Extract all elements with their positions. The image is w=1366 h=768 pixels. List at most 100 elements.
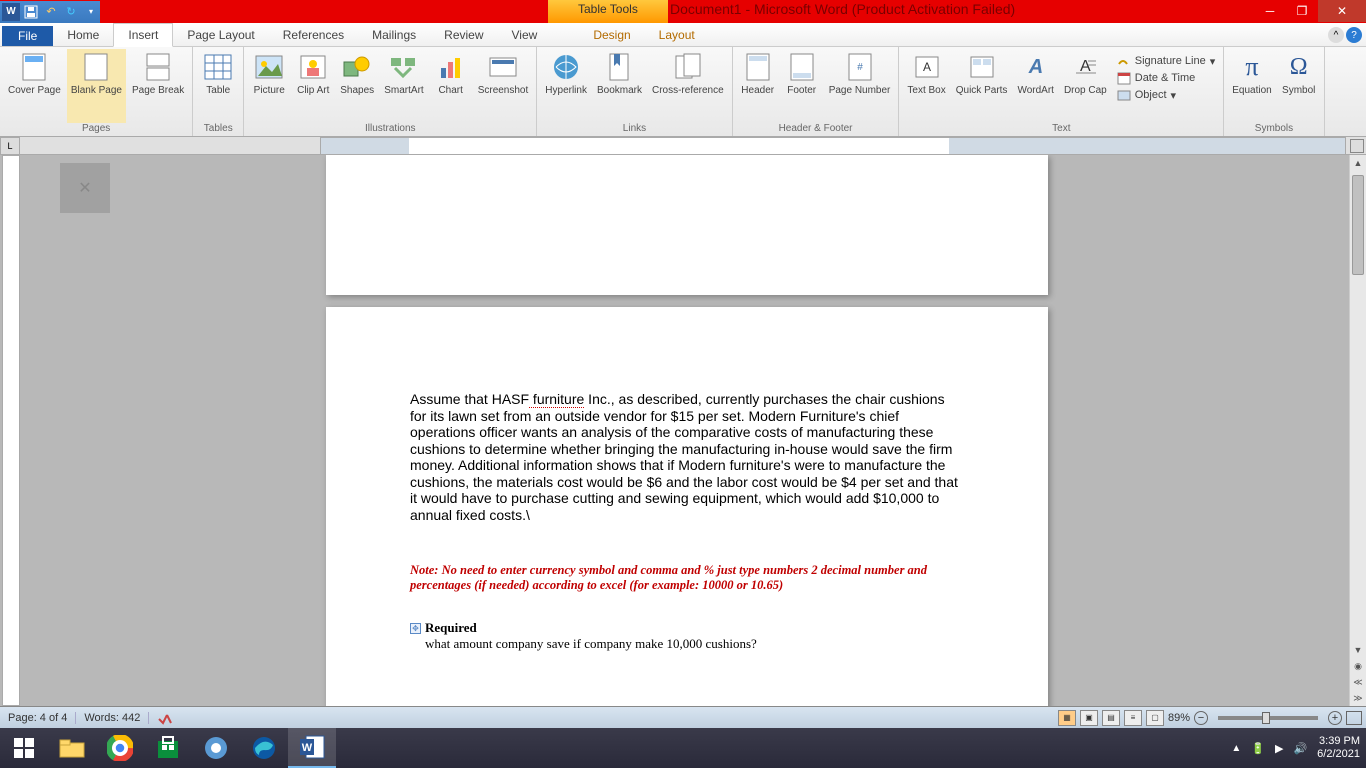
- status-proofing-icon[interactable]: [149, 711, 181, 725]
- horizontal-ruler[interactable]: [320, 137, 1346, 155]
- ribbon: Cover Page Blank Page Page Break Pages T…: [0, 47, 1366, 137]
- question-text[interactable]: what amount company save if company make…: [425, 636, 960, 652]
- table-tools-contextual-tab: Table Tools: [548, 0, 668, 23]
- minimize-ribbon-icon[interactable]: ^: [1328, 27, 1344, 43]
- status-page[interactable]: Page: 4 of 4: [0, 712, 76, 724]
- page-break-button[interactable]: Page Break: [128, 49, 188, 123]
- note-paragraph[interactable]: Note: No need to enter currency symbol a…: [410, 563, 960, 592]
- minimize-button[interactable]: ─: [1254, 0, 1286, 22]
- group-links: Hyperlink Bookmark Cross-reference Links: [537, 47, 732, 136]
- footer-button[interactable]: Footer: [781, 49, 823, 123]
- tab-page-layout[interactable]: Page Layout: [173, 24, 268, 46]
- text-box-button[interactable]: AText Box: [903, 49, 949, 123]
- tab-selector[interactable]: L: [0, 137, 20, 155]
- browse-object-icon[interactable]: ◉: [1350, 658, 1366, 674]
- bookmark-button[interactable]: Bookmark: [593, 49, 646, 123]
- restore-button[interactable]: ❐: [1286, 0, 1318, 22]
- close-button[interactable]: ✕: [1318, 0, 1366, 22]
- blank-page-button[interactable]: Blank Page: [67, 49, 126, 123]
- system-clock[interactable]: 3:39 PM 6/2/2021: [1317, 735, 1360, 761]
- quick-parts-button[interactable]: Quick Parts: [952, 49, 1012, 123]
- picture-button[interactable]: Picture: [248, 49, 290, 123]
- print-layout-view-icon[interactable]: ▦: [1058, 710, 1076, 726]
- signature-line-button[interactable]: Signature Line ▾: [1113, 53, 1219, 69]
- group-label-links: Links: [541, 123, 727, 136]
- edge-icon[interactable]: [240, 728, 288, 768]
- file-explorer-icon[interactable]: [48, 728, 96, 768]
- save-icon[interactable]: [22, 3, 40, 21]
- group-symbols: πEquation ΩSymbol Symbols: [1224, 47, 1324, 136]
- tab-layout[interactable]: Layout: [645, 24, 709, 46]
- ruler-toggle[interactable]: [1350, 139, 1364, 153]
- required-heading[interactable]: Required: [425, 620, 477, 636]
- navigation-pane-close[interactable]: ✕: [60, 163, 110, 213]
- chrome-icon[interactable]: [96, 728, 144, 768]
- store-icon[interactable]: [144, 728, 192, 768]
- tray-show-hidden-icon[interactable]: ▲: [1231, 743, 1241, 754]
- word-app-icon[interactable]: W: [2, 3, 20, 21]
- redo-icon[interactable]: ↻: [62, 3, 80, 21]
- zoom-out-button[interactable]: −: [1194, 711, 1208, 725]
- clip-art-button[interactable]: Clip Art: [292, 49, 334, 123]
- group-tables: Table Tables: [193, 47, 244, 136]
- scroll-up-arrow[interactable]: ▲: [1350, 155, 1366, 171]
- chromium-icon[interactable]: [192, 728, 240, 768]
- cross-reference-button[interactable]: Cross-reference: [648, 49, 728, 123]
- equation-button[interactable]: πEquation: [1228, 49, 1275, 123]
- draft-view-icon[interactable]: ▢: [1146, 710, 1164, 726]
- wordart-button[interactable]: AWordArt: [1013, 49, 1058, 123]
- full-screen-view-icon[interactable]: ▣: [1080, 710, 1098, 726]
- tab-file[interactable]: File: [2, 26, 53, 46]
- group-label-illustrations: Illustrations: [248, 123, 532, 136]
- tab-mailings[interactable]: Mailings: [358, 24, 430, 46]
- header-button[interactable]: Header: [737, 49, 779, 123]
- tab-references[interactable]: References: [269, 24, 358, 46]
- date-time-button[interactable]: Date & Time: [1113, 70, 1219, 86]
- tab-home[interactable]: Home: [53, 24, 113, 46]
- object-button[interactable]: Object ▾: [1113, 87, 1219, 103]
- page-current[interactable]: Assume that HASF furniture Inc., as desc…: [326, 307, 1048, 706]
- group-pages: Cover Page Blank Page Page Break Pages: [0, 47, 193, 136]
- undo-icon[interactable]: ↶: [42, 3, 60, 21]
- drop-cap-button[interactable]: ADrop Cap: [1060, 49, 1111, 123]
- qat-dropdown-icon[interactable]: ▾: [82, 3, 100, 21]
- table-move-handle-icon[interactable]: ✥: [410, 623, 421, 634]
- vertical-scrollbar[interactable]: ▲ ▼ ◉ ≪ ≫: [1349, 155, 1366, 706]
- tab-design[interactable]: Design: [579, 24, 644, 46]
- screenshot-button[interactable]: Screenshot: [474, 49, 533, 123]
- hyperlink-button[interactable]: Hyperlink: [541, 49, 591, 123]
- start-button[interactable]: [0, 728, 48, 768]
- page-previous-bottom: [326, 155, 1048, 295]
- status-words[interactable]: Words: 442: [76, 712, 149, 724]
- tray-volume-icon[interactable]: 🔊: [1293, 742, 1307, 755]
- tray-battery-icon[interactable]: 🔋: [1251, 742, 1265, 755]
- zoom-fit-icon[interactable]: [1346, 711, 1362, 725]
- web-layout-view-icon[interactable]: ▤: [1102, 710, 1120, 726]
- symbol-button[interactable]: ΩSymbol: [1278, 49, 1320, 123]
- table-button[interactable]: Table: [197, 49, 239, 123]
- tab-view[interactable]: View: [498, 24, 552, 46]
- smartart-button[interactable]: SmartArt: [380, 49, 427, 123]
- ribbon-tabs: File Home Insert Page Layout References …: [0, 23, 1366, 47]
- scroll-down-arrow[interactable]: ▼: [1350, 642, 1366, 658]
- chart-button[interactable]: Chart: [430, 49, 472, 123]
- vertical-ruler[interactable]: [2, 155, 20, 706]
- zoom-level[interactable]: 89%: [1168, 712, 1190, 724]
- status-bar: Page: 4 of 4 Words: 442 ▦ ▣ ▤ ≡ ▢ 89% − …: [0, 706, 1366, 728]
- previous-page-icon[interactable]: ≪: [1350, 674, 1366, 690]
- tray-action-center-icon[interactable]: ▶: [1275, 742, 1283, 755]
- outline-view-icon[interactable]: ≡: [1124, 710, 1142, 726]
- shapes-button[interactable]: Shapes: [336, 49, 378, 123]
- scroll-thumb[interactable]: [1352, 175, 1364, 275]
- next-page-icon[interactable]: ≫: [1350, 690, 1366, 706]
- page-number-button[interactable]: #Page Number: [825, 49, 895, 123]
- help-icon[interactable]: ?: [1346, 27, 1362, 43]
- body-paragraph[interactable]: Assume that HASF furniture Inc., as desc…: [410, 391, 960, 523]
- cover-page-button[interactable]: Cover Page: [4, 49, 65, 123]
- tab-review[interactable]: Review: [430, 24, 497, 46]
- group-label-header-footer: Header & Footer: [737, 123, 895, 136]
- tab-insert[interactable]: Insert: [113, 23, 173, 47]
- zoom-slider[interactable]: [1218, 716, 1318, 720]
- word-taskbar-icon[interactable]: W: [288, 728, 336, 768]
- zoom-in-button[interactable]: +: [1328, 711, 1342, 725]
